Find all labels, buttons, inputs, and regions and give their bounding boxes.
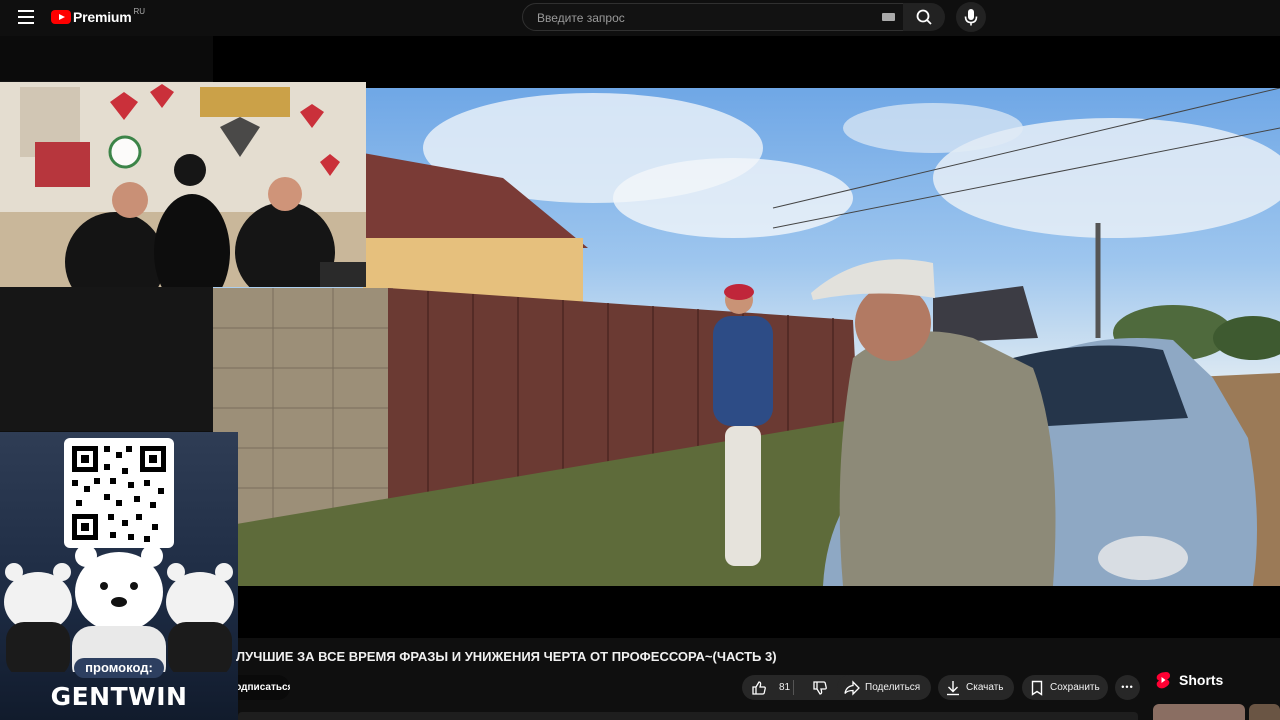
save-button[interactable]: Сохранить: [1022, 675, 1108, 700]
shorts-thumbnail[interactable]: [1249, 704, 1280, 720]
more-actions-button[interactable]: •••: [1115, 675, 1140, 700]
like-count: 81: [779, 682, 791, 693]
mascot-bears: [4, 545, 234, 672]
share-label: Поделиться: [865, 682, 921, 693]
search-input[interactable]: [535, 4, 869, 32]
qr-code: [64, 438, 174, 548]
search-box: [522, 3, 904, 32]
streamer-webcam: [0, 82, 366, 287]
letterbox-bottom: [238, 586, 1280, 638]
more-icon: •••: [1121, 682, 1134, 692]
shorts-thumbnail[interactable]: [1153, 704, 1245, 720]
shorts-shelf-header[interactable]: Shorts: [1155, 671, 1223, 689]
logo-text: Premium: [73, 9, 132, 25]
top-bar: Premium RU: [0, 0, 1280, 36]
promo-label: промокод:: [85, 660, 153, 675]
webcam-image: [0, 82, 366, 287]
video-player[interactable]: [213, 88, 1280, 586]
overlay-strip: [0, 36, 213, 81]
video-frame: [213, 88, 1280, 586]
share-icon: [844, 679, 860, 696]
share-button[interactable]: Поделиться: [837, 675, 931, 700]
youtube-logo[interactable]: Premium RU: [51, 7, 146, 25]
download-icon: [947, 680, 959, 695]
keyboard-icon[interactable]: [882, 13, 895, 21]
search-button[interactable]: [903, 3, 945, 31]
menu-icon[interactable]: [18, 10, 34, 24]
download-button[interactable]: Скачать: [938, 675, 1014, 700]
download-label: Скачать: [966, 682, 1004, 693]
logo-country: RU: [133, 7, 146, 16]
bookmark-icon: [1031, 680, 1043, 696]
save-label: Сохранить: [1050, 682, 1100, 693]
related-thumbnail[interactable]: [238, 712, 1138, 720]
youtube-play-icon: [51, 10, 71, 24]
subscribe-label: Подписаться: [238, 682, 290, 693]
letterbox-top: [213, 36, 1280, 88]
search-icon: [916, 9, 932, 25]
microphone-icon: [964, 9, 978, 26]
like-separator: [793, 680, 794, 695]
voice-search-button[interactable]: [956, 2, 986, 32]
promo-banner: промокод: GENTWIN: [0, 432, 238, 720]
video-title: ЛУЧШИЕ ЗА ВСЕ ВРЕМЯ ФРАЗЫ И УНИЖЕНИЯ ЧЕР…: [236, 649, 777, 664]
thumb-up-icon[interactable]: [750, 679, 768, 697]
promo-code: GENTWIN: [50, 682, 188, 711]
shorts-icon: [1156, 672, 1170, 689]
shorts-label: Shorts: [1179, 672, 1224, 688]
thumb-down-icon[interactable]: [811, 679, 829, 697]
subscribe-button[interactable]: Подписаться: [238, 675, 290, 700]
qr-code-icon: [72, 446, 166, 542]
